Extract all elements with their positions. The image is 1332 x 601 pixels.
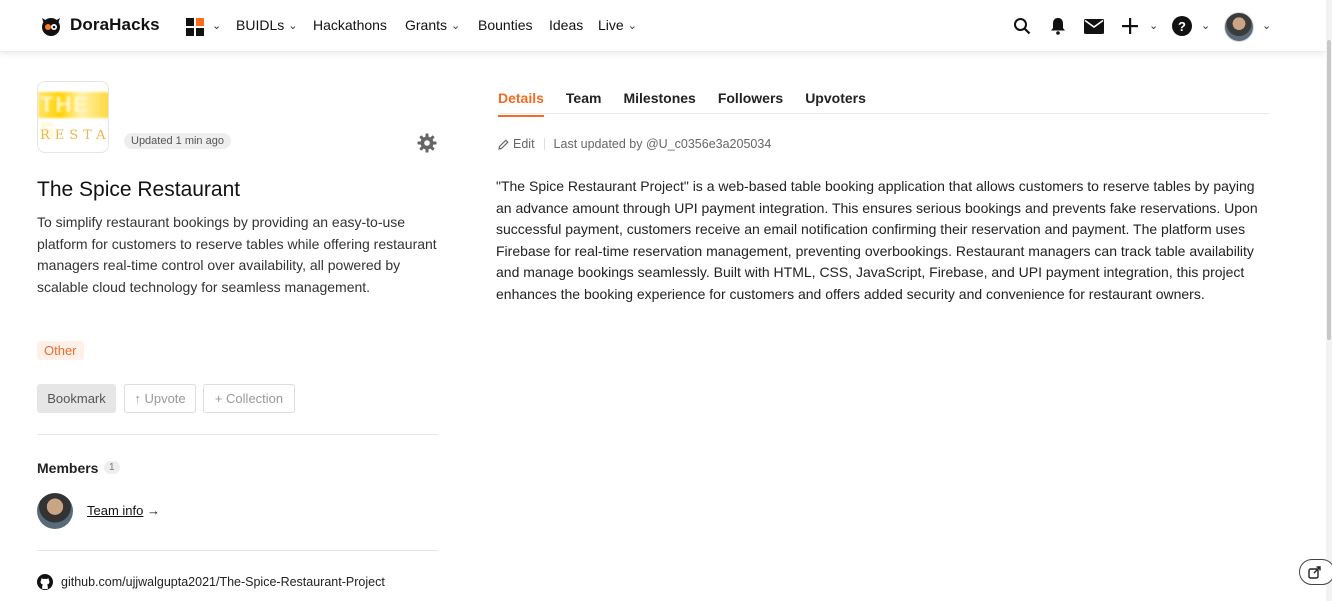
chevron-down-icon: ⌄ xyxy=(451,19,461,32)
pencil-icon xyxy=(498,138,509,150)
nav-bounties-label: Bounties xyxy=(478,17,533,33)
chevron-down-icon: ⌄ xyxy=(288,19,298,32)
updated-badge: Updated 1 min ago xyxy=(124,133,231,149)
upvote-button[interactable]: ↑ Upvote xyxy=(124,384,196,413)
member-avatar[interactable] xyxy=(37,493,73,529)
nav-bounties[interactable]: Bounties xyxy=(478,17,532,33)
chevron-down-icon[interactable]: ⌄ xyxy=(1262,19,1271,32)
plus-icon[interactable] xyxy=(1119,15,1141,37)
github-icon xyxy=(37,574,53,590)
nav-ideas[interactable]: Ideas xyxy=(549,17,583,33)
gear-icon[interactable] xyxy=(417,133,437,153)
chevron-down-icon: ⌄ xyxy=(627,19,637,32)
nav-live-label: Live xyxy=(598,17,624,33)
arrow-right-icon: → xyxy=(147,503,160,518)
bell-icon[interactable] xyxy=(1047,15,1069,37)
nav-grants[interactable]: Grants ⌄ xyxy=(405,17,460,33)
apps-grid-icon[interactable] xyxy=(186,18,204,36)
last-updated-text: Last updated by @U_c0356e3a205034 xyxy=(553,137,772,151)
help-icon[interactable]: ? xyxy=(1171,15,1193,37)
bookmark-button[interactable]: Bookmark xyxy=(37,384,116,413)
nav-live[interactable]: Live ⌄ xyxy=(598,17,637,33)
add-collection-button[interactable]: + Collection xyxy=(203,384,295,413)
page-scrollbar[interactable] xyxy=(1326,0,1332,601)
divider xyxy=(37,434,438,435)
team-info-label: Team info xyxy=(87,503,144,518)
svg-text:?: ? xyxy=(1178,19,1186,34)
category-tag[interactable]: Other xyxy=(37,341,84,360)
dorahacks-logo[interactable]: DoraHacks xyxy=(38,12,160,38)
chevron-down-icon[interactable]: ⌄ xyxy=(1201,19,1210,32)
chevron-down-icon[interactable]: ⌄ xyxy=(212,19,221,32)
scrollbar-thumb[interactable] xyxy=(1327,40,1331,340)
project-title: The Spice Restaurant xyxy=(37,178,241,201)
github-link[interactable]: github.com/ujjwalgupta2021/The-Spice-Res… xyxy=(37,574,385,590)
brand-name: DoraHacks xyxy=(70,15,160,34)
dorahacks-logo-icon xyxy=(42,18,60,36)
project-description: To simplify restaurant bookings by provi… xyxy=(37,214,437,295)
members-count-badge: 1 xyxy=(104,461,120,474)
search-icon[interactable] xyxy=(1011,15,1033,37)
nav-buidls[interactable]: BUIDLs ⌄ xyxy=(236,17,297,33)
top-navbar: DoraHacks ⌄ BUIDLs ⌄ Hackathons Grants ⌄… xyxy=(0,0,1326,52)
nav-hackathons-label: Hackathons xyxy=(313,17,387,33)
nav-hackathons[interactable]: Hackathons xyxy=(313,17,387,33)
share-icon xyxy=(1308,566,1321,579)
tabs-underline xyxy=(498,113,1269,114)
members-heading: Members xyxy=(37,460,99,476)
team-info-link[interactable]: Team info → xyxy=(87,503,160,518)
nav-ideas-label: Ideas xyxy=(549,17,584,33)
nav-buidls-label: BUIDLs xyxy=(236,17,285,33)
edit-label: Edit xyxy=(513,137,535,151)
github-url: github.com/ujjwalgupta2021/The-Spice-Res… xyxy=(61,575,385,589)
project-logo: THE S RESTA xyxy=(37,81,109,153)
edit-button[interactable]: Edit xyxy=(498,137,535,151)
divider xyxy=(37,550,438,551)
project-details-body: "The Spice Restaurant Project" is a web-… xyxy=(496,178,1258,302)
chevron-down-icon[interactable]: ⌄ xyxy=(1149,19,1158,32)
project-logo-text-bottom: RESTA xyxy=(40,128,109,143)
separator xyxy=(543,138,545,150)
share-button[interactable] xyxy=(1299,559,1332,585)
user-avatar[interactable] xyxy=(1224,12,1254,42)
mail-icon[interactable] xyxy=(1083,15,1105,37)
edit-row: Edit Last updated by @U_c0356e3a205034 xyxy=(498,137,771,151)
nav-grants-label: Grants xyxy=(405,17,448,33)
